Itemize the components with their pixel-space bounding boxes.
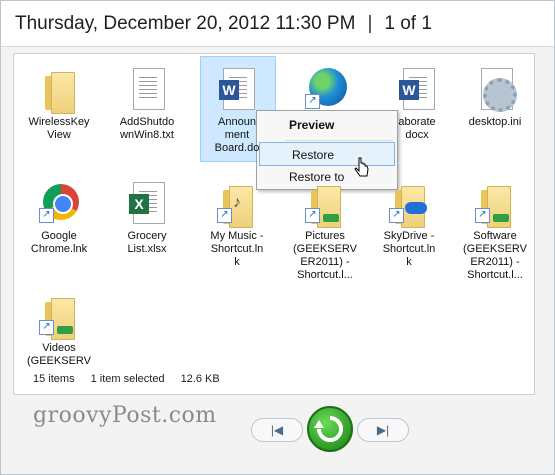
file-label: Grocery List.xlsx [127,230,167,255]
menu-item-preview[interactable]: Preview [257,113,397,137]
file-item-addshutdown[interactable]: AddShutdo wnWin8.txt [112,64,182,142]
text-file-icon [123,64,171,112]
folder-icon [35,64,83,114]
file-label: My Music - Shortcut.ln k [210,230,264,268]
file-item-my-music[interactable]: ♪ ↗ My Music - Shortcut.ln k [202,178,272,269]
previous-icon: |◀ [270,423,284,437]
file-item-videos[interactable]: ↗ Videos (GEEKSERV [24,290,94,368]
file-label: Videos (GEEKSERV [27,342,91,367]
file-item-pictures[interactable]: ↗ Pictures (GEEKSERV ER2011) - Shortcut.l..… [290,178,360,282]
file-item-grocery-list[interactable]: X Grocery List.xlsx [112,178,182,256]
network-folder-icon: ↗ [35,290,83,340]
chrome-icon: ↗ [35,178,83,226]
file-list-pane: WirelessKey View AddShutdo wnWin8.txt W An… [13,53,535,395]
date-time-label: Thursday, December 20, 2012 11:30 PM [15,13,356,34]
skydrive-folder-icon: ↗ [385,178,433,228]
file-item-skydrive[interactable]: ↗ SkyDrive - Shortcut.ln k [374,178,444,269]
restore-button[interactable] [307,406,353,452]
title-bar: Thursday, December 20, 2012 11:30 PM | 1 o… [1,1,554,47]
music-folder-icon: ♪ ↗ [213,178,261,228]
file-item-desktop-ini[interactable]: desktop.ini [460,64,530,129]
network-folder-icon: ↗ [471,178,519,228]
page-info-label: 1 of 1 [384,13,432,34]
file-item-software[interactable]: ↗ Software (GEEKSERV ER2011) - Shortcut.l..… [460,178,530,282]
item-count: 15 items [33,373,75,385]
file-label: SkyDrive - Shortcut.ln k [382,230,436,268]
file-history-window: Thursday, December 20, 2012 11:30 PM | 1 o… [0,0,555,475]
mouse-cursor-icon [354,157,369,177]
file-label: AddShutdo wnWin8.txt [119,116,175,141]
file-item-wirelesskeyview[interactable]: WirelessKey View [24,64,94,142]
file-label: Software (GEEKSERV ER2011) - Shortcut.l... [463,230,527,281]
settings-file-icon [471,64,519,112]
previous-version-button[interactable]: |◀ [251,418,303,442]
title-separator: | [367,13,373,34]
status-bar: 15 items 1 item selected 12.6 KB [33,373,236,385]
menu-divider [285,140,393,141]
file-label: aborate docx [398,116,436,141]
file-label: WirelessKey View [28,116,90,141]
restore-icon [314,416,343,442]
globe-icon: ↗ [301,64,349,112]
word-document-icon: W [393,64,441,112]
file-label: Google Chrome.lnk [30,230,88,255]
selection-count: 1 item selected [90,373,165,385]
excel-icon: X [123,178,171,226]
file-item-google-chrome[interactable]: ↗ Google Chrome.lnk [24,178,94,256]
watermark-logo: groovyPost.com [33,403,217,428]
file-item-globe[interactable]: ↗ [290,64,360,116]
file-label: Pictures (GEEKSERV ER2011) - Shortcut.l... [293,230,357,281]
network-folder-icon: ↗ [301,178,349,228]
file-label: desktop.ini [468,116,522,128]
menu-item-restore[interactable]: Restore [259,142,395,166]
next-version-button[interactable]: ▶| [357,418,409,442]
word-document-icon: W [213,64,261,112]
file-item-collaborate[interactable]: W aborate docx [382,64,452,142]
playback-controls: |◀ ▶| [251,406,411,454]
selection-size: 12.6 KB [180,373,220,385]
next-icon: ▶| [376,423,390,437]
file-label: Announ ment Board.do [214,116,260,154]
